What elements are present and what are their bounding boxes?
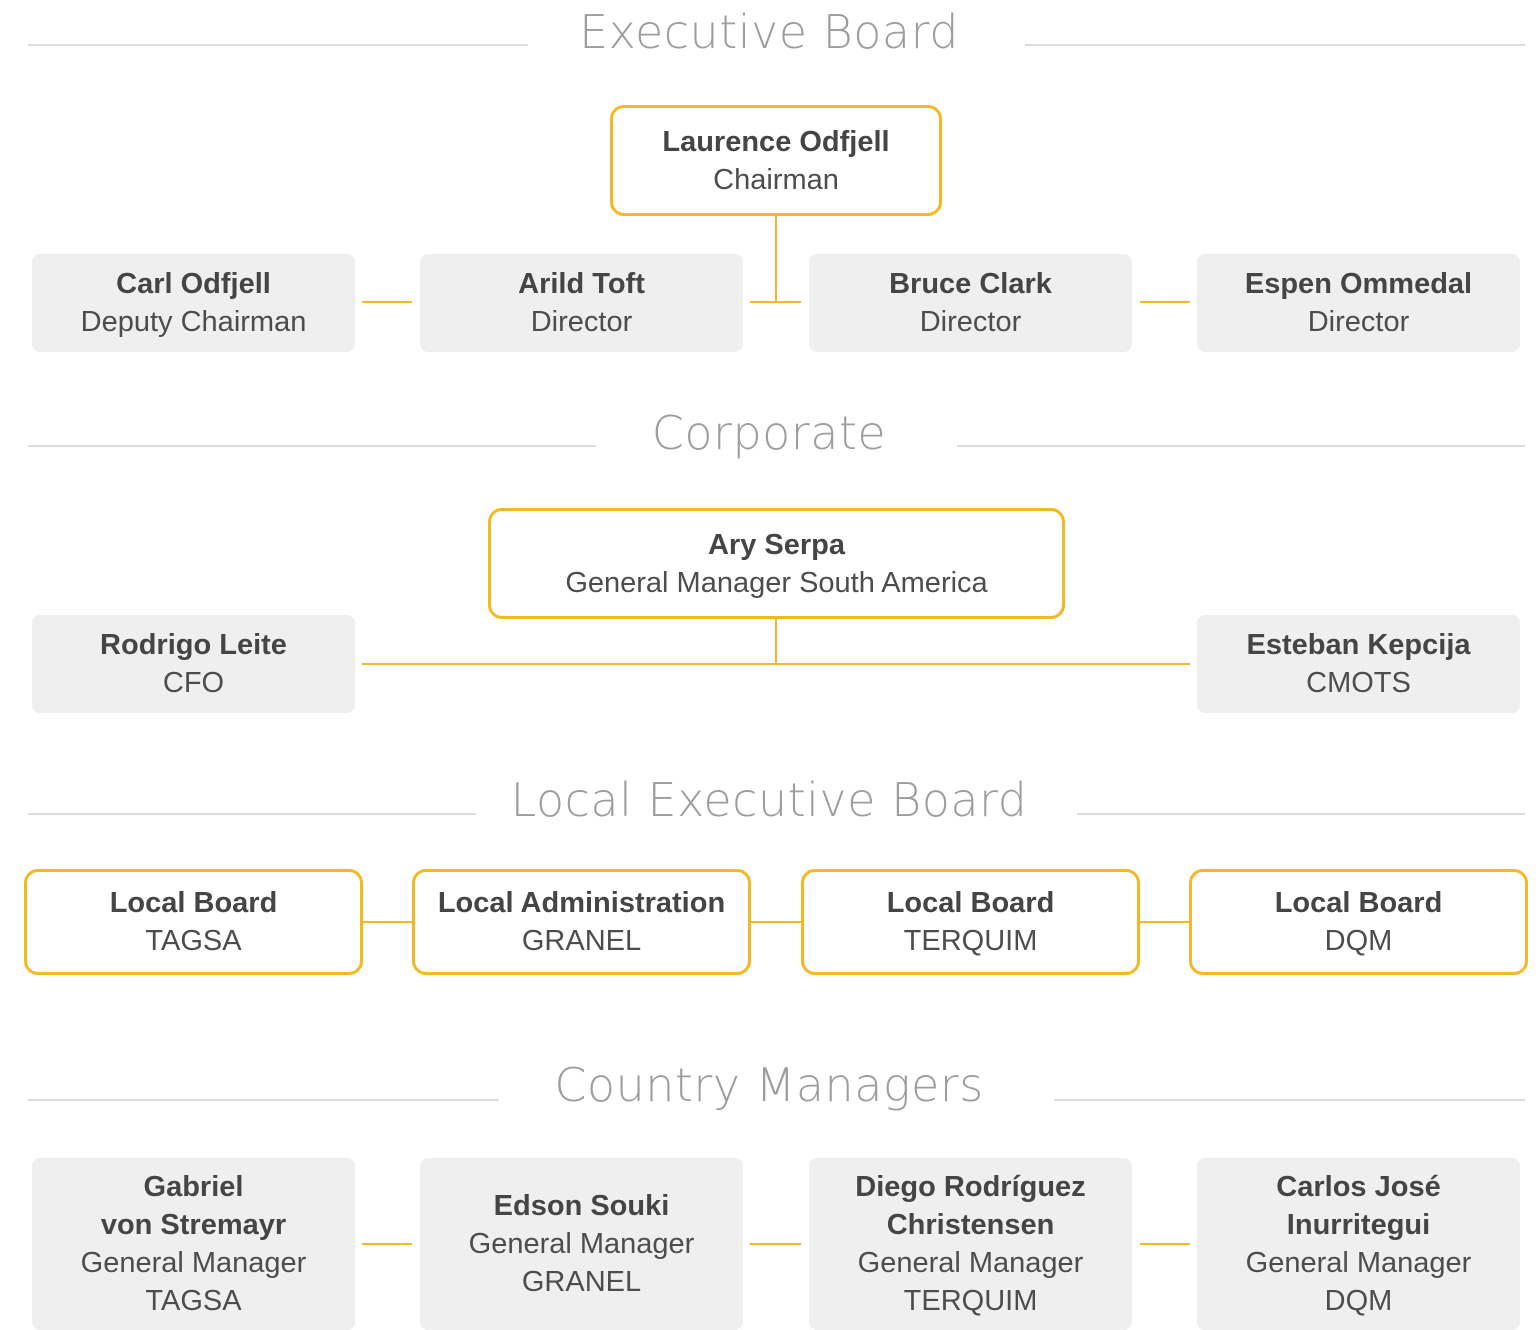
person-role: Deputy Chairman: [80, 306, 307, 338]
person-role: General Manager: [80, 1247, 307, 1279]
board-company: TERQUIM: [903, 925, 1038, 957]
connector-line: [775, 619, 777, 664]
board-name: Local Administration: [437, 887, 726, 919]
section-title-local-executive-board: Local Executive Board: [510, 773, 1028, 827]
board-company: DQM: [1324, 925, 1393, 957]
person-name: Gabriel: [143, 1171, 244, 1203]
connector-line: [1140, 301, 1190, 303]
person-name: Rodrigo Leite: [100, 629, 287, 661]
person-role: General Manager: [468, 1228, 695, 1260]
connector-line: [362, 921, 412, 923]
board-name: Local Board: [886, 887, 1055, 919]
person-name: Esteban Kepcija: [1246, 629, 1471, 661]
corporate-member-card: Esteban Kepcija CMOTS: [1197, 615, 1520, 713]
connector-line: [1139, 921, 1189, 923]
person-role: CMOTS: [1306, 667, 1411, 699]
local-board-card: Local Board DQM: [1189, 869, 1528, 975]
connector-line: [750, 301, 801, 303]
person-company: TAGSA: [145, 1285, 242, 1317]
person-role: Chairman: [713, 163, 839, 196]
general-manager-card: Ary Serpa General Manager South America: [488, 508, 1065, 619]
connector-line: [1140, 1243, 1190, 1245]
person-role: Director: [1307, 306, 1410, 338]
country-manager-card: Edson Souki General Manager GRANEL: [420, 1158, 743, 1330]
person-role: Director: [530, 306, 633, 338]
person-name: Ary Serpa: [707, 528, 845, 561]
local-board-card: Local Board TERQUIM: [801, 869, 1140, 975]
person-name: Laurence Odfjell: [662, 125, 890, 158]
connector-line: [362, 663, 1190, 665]
person-role: General Manager: [857, 1247, 1084, 1279]
person-name: Diego Rodríguez: [855, 1171, 1086, 1203]
person-name: Bruce Clark: [889, 268, 1052, 300]
board-member-card: Carl Odfjell Deputy Chairman: [32, 254, 355, 352]
connector-line: [362, 1243, 412, 1245]
person-name: Arild Toft: [518, 268, 645, 300]
person-name: Carl Odfjell: [116, 268, 271, 300]
section-title-corporate: Corporate: [651, 406, 887, 460]
section-title-country-managers: Country Managers: [554, 1058, 984, 1112]
board-member-card: Espen Ommedal Director: [1197, 254, 1520, 352]
connector-line: [362, 301, 412, 303]
country-manager-card: Gabriel von Stremayr General Manager TAG…: [32, 1158, 355, 1330]
local-board-card: Local Board TAGSA: [24, 869, 363, 975]
person-company: GRANEL: [521, 1266, 642, 1298]
person-name: Edson Souki: [493, 1190, 670, 1222]
connector-line: [750, 921, 801, 923]
section-title-executive-board: Executive Board: [579, 5, 959, 59]
connector-line: [775, 216, 777, 302]
person-name: Carlos José: [1276, 1171, 1441, 1203]
person-name: Christensen: [886, 1209, 1055, 1241]
connector-line: [750, 1243, 801, 1245]
board-member-card: Bruce Clark Director: [809, 254, 1132, 352]
person-name: Inurritegui: [1286, 1209, 1431, 1241]
board-member-card: Arild Toft Director: [420, 254, 743, 352]
person-role: General Manager: [1245, 1247, 1472, 1279]
person-role: General Manager South America: [565, 566, 988, 599]
local-board-card: Local Administration GRANEL: [412, 869, 751, 975]
corporate-member-card: Rodrigo Leite CFO: [32, 615, 355, 713]
person-name: Espen Ommedal: [1244, 268, 1473, 300]
country-manager-card: Carlos José Inurritegui General Manager …: [1197, 1158, 1520, 1330]
chairman-card: Laurence Odfjell Chairman: [610, 105, 942, 216]
country-manager-card: Diego Rodríguez Christensen General Mana…: [809, 1158, 1132, 1330]
board-company: TAGSA: [145, 925, 242, 957]
person-company: TERQUIM: [903, 1285, 1038, 1317]
board-name: Local Board: [1274, 887, 1443, 919]
person-name: von Stremayr: [100, 1209, 287, 1241]
board-name: Local Board: [109, 887, 278, 919]
board-company: GRANEL: [521, 925, 642, 957]
person-role: Director: [919, 306, 1022, 338]
person-role: CFO: [162, 667, 225, 699]
person-company: DQM: [1324, 1285, 1393, 1317]
